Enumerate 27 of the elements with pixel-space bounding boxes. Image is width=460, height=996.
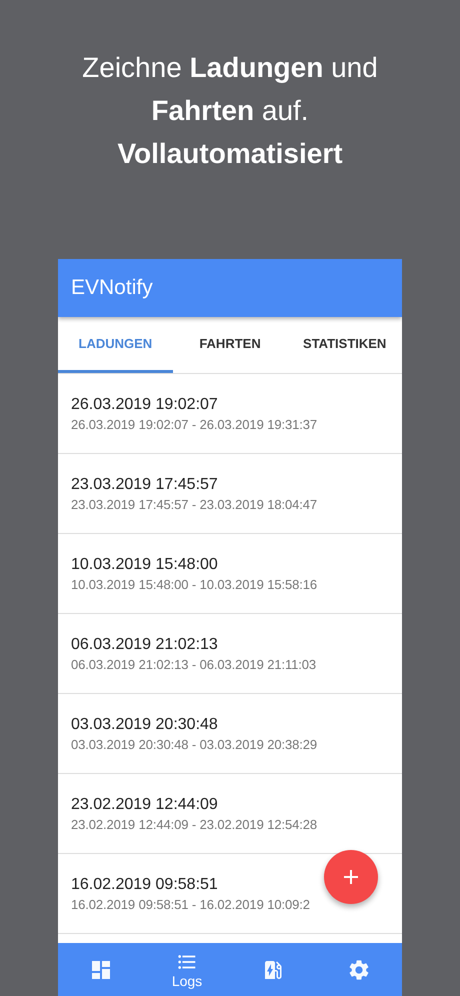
log-title: 26.03.2019 19:02:07 — [71, 396, 218, 414]
log-range: 16.02.2019 09:58:51 - 16.02.2019 10:09:2 — [71, 896, 310, 912]
log-range: 23.03.2019 17:45:57 - 23.03.2019 18:04:47 — [71, 496, 318, 512]
tab[interactable]: STATISTIKEN — [287, 317, 402, 373]
app-title: EVNotify — [71, 276, 153, 300]
log-title: 10.03.2019 15:48:00 — [71, 556, 218, 574]
nav-label: Logs — [172, 972, 202, 988]
log-row[interactable]: 03.03.2019 20:30:48 03.03.2019 20:30:48 - 03.03.2019 20:38:29 — [58, 694, 402, 774]
log-range: 03.03.2019 20:30:48 - 03.03.2019 20:38:29 — [71, 736, 318, 752]
log-range: 23.02.2019 12:44:09 - 23.02.2019 12:54:28 — [71, 816, 318, 832]
add-button[interactable] — [324, 850, 378, 904]
log-range: 26.03.2019 19:02:07 - 26.03.2019 19:31:37 — [71, 416, 318, 432]
log-range: 10.03.2019 15:48:00 - 10.03.2019 15:58:16 — [71, 576, 318, 592]
log-range: 06.03.2019 21:02:13 - 06.03.2019 21:11:03 — [71, 656, 316, 672]
log-title: 23.03.2019 17:45:57 — [71, 476, 218, 494]
log-row[interactable]: 10.03.2019 15:48:00 10.03.2019 15:48:00 - 10.03.2019 15:58:16 — [58, 534, 402, 614]
log-title: 06.03.2019 21:02:13 — [71, 636, 218, 654]
tab[interactable]: LADUNGEN — [58, 317, 173, 373]
headline: Zeichne Ladungen und Fahrten auf. Vollautomatisiert — [81, 51, 379, 171]
tab[interactable]: FAHRTEN — [172, 317, 288, 373]
log-row[interactable]: 06.03.2019 21:02:13 06.03.2019 21:02:13 - 06.03.2019 21:11:03 — [58, 614, 402, 694]
log-title: 03.03.2019 20:30:48 — [71, 716, 218, 734]
settings-icon — [347, 958, 371, 982]
log-title: 23.02.2019 12:44:09 — [71, 796, 218, 814]
log-row[interactable]: 26.03.2019 19:02:07 26.03.2019 19:02:07 - 26.03.2019 19:31:37 — [58, 374, 402, 454]
log-title: 16.02.2019 09:58:51 — [71, 876, 218, 894]
log-row[interactable]: 23.03.2019 17:45:57 23.03.2019 17:45:57 - 23.03.2019 18:04:47 — [58, 454, 402, 534]
